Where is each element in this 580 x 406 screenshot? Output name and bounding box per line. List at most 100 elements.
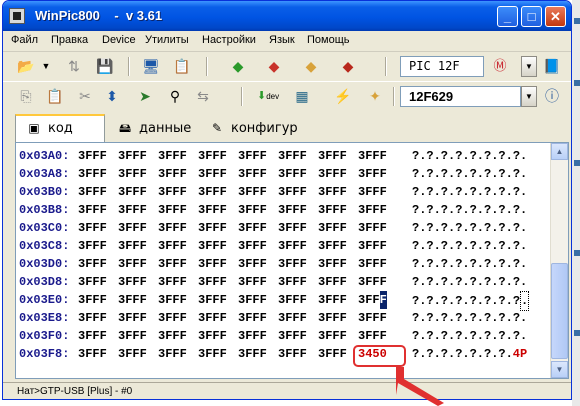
- hex-cell[interactable]: 3FFF: [118, 183, 147, 201]
- tab-code[interactable]: ▣ код: [15, 114, 105, 142]
- hex-cell[interactable]: 3FFF: [118, 201, 147, 219]
- hex-cell[interactable]: 3FFF: [118, 237, 147, 255]
- hex-cell[interactable]: 3FFF: [78, 237, 107, 255]
- menu-file[interactable]: Файл: [11, 34, 38, 46]
- hex-cell[interactable]: 3FFF: [318, 273, 347, 291]
- hex-cell[interactable]: 3FFF: [318, 201, 347, 219]
- hex-cell[interactable]: 3FFF: [238, 165, 267, 183]
- hex-cell[interactable]: 3FFF: [318, 327, 347, 345]
- hex-cell[interactable]: 3FFF: [358, 291, 387, 309]
- hex-cell[interactable]: 3FFF: [318, 183, 347, 201]
- paste-icon[interactable]: 📋: [46, 88, 64, 104]
- hex-cell[interactable]: 3FFF: [118, 345, 147, 363]
- menu-help[interactable]: Помощь: [307, 34, 350, 46]
- hex-cell[interactable]: 3FFF: [358, 273, 387, 291]
- verify-icon[interactable]: ◆: [302, 58, 320, 74]
- hex-cell[interactable]: 3FFF: [358, 219, 387, 237]
- hex-cell[interactable]: 3FFF: [198, 327, 227, 345]
- find-binoculars-icon[interactable]: ⚲: [166, 88, 184, 104]
- hardware-settings-icon[interactable]: 🖥: [142, 58, 160, 74]
- hex-cell[interactable]: 3FFF: [278, 291, 307, 309]
- hex-cell[interactable]: 3FFF: [78, 255, 107, 273]
- hex-cell[interactable]: 3FFF: [358, 201, 387, 219]
- hex-cell[interactable]: 3FFF: [278, 273, 307, 291]
- hex-cell[interactable]: 3FFF: [198, 237, 227, 255]
- goto-cursor-icon[interactable]: ➤: [136, 88, 154, 104]
- scroll-thumb[interactable]: [551, 263, 568, 359]
- hex-cell[interactable]: 3FFF: [198, 309, 227, 327]
- hex-cell[interactable]: 3FFF: [198, 183, 227, 201]
- hex-cell[interactable]: 3FFF: [118, 309, 147, 327]
- app-icon[interactable]: [9, 8, 25, 24]
- read-all-icon[interactable]: ◆: [229, 58, 247, 74]
- menu-device[interactable]: Device: [102, 34, 136, 46]
- scroll-up-button[interactable]: ▲: [551, 143, 568, 160]
- hex-cell[interactable]: 3FFF: [78, 327, 107, 345]
- hex-cell[interactable]: 3FFF: [158, 345, 187, 363]
- help-book-icon[interactable]: 📘: [543, 58, 561, 74]
- hex-cell[interactable]: 3FFF: [158, 147, 187, 165]
- hex-cell[interactable]: 3FFF: [278, 309, 307, 327]
- hex-cell[interactable]: 3FFF: [198, 165, 227, 183]
- hex-cell[interactable]: 3FFF: [318, 291, 347, 309]
- hex-cell[interactable]: 3FFF: [238, 237, 267, 255]
- programmer-chip-icon[interactable]: ▦: [293, 88, 311, 104]
- tab-data[interactable]: 🖴 данные: [113, 117, 205, 139]
- device-select[interactable]: 12F629: [400, 86, 521, 107]
- device-dropdown-button[interactable]: ▼: [521, 86, 537, 107]
- hex-cell[interactable]: 3FFF: [78, 165, 107, 183]
- hex-cell[interactable]: 3FFF: [78, 219, 107, 237]
- hex-cell[interactable]: 3FFF: [238, 345, 267, 363]
- hex-cell[interactable]: 3FFF: [198, 201, 227, 219]
- hex-editor[interactable]: 0x03A0: 3FFF 3FFF 3FFF 3FFF 3FFF 3FFF 3FFF 3FFF?…: [15, 142, 569, 379]
- hex-cell[interactable]: 3FFF: [78, 291, 107, 309]
- fill-icon[interactable]: ⬍: [103, 88, 121, 104]
- hex-cell[interactable]: 3FFF: [318, 165, 347, 183]
- hex-cell[interactable]: 3FFF: [318, 309, 347, 327]
- hex-cell[interactable]: 3FFF: [278, 147, 307, 165]
- hex-cell[interactable]: 3FFF: [198, 219, 227, 237]
- device-info-icon[interactable]: ⓘ: [543, 88, 561, 104]
- hex-cell[interactable]: 3FFF: [238, 147, 267, 165]
- hex-cell[interactable]: 3FFF: [278, 345, 307, 363]
- hex-cell[interactable]: 3FFF: [198, 255, 227, 273]
- hex-cell[interactable]: 3FFF: [118, 327, 147, 345]
- hex-cell[interactable]: 3FFF: [278, 183, 307, 201]
- hex-cell[interactable]: 3FFF: [358, 165, 387, 183]
- menu-utilities[interactable]: Утилиты: [145, 34, 189, 46]
- hex-cell[interactable]: 3FFF: [158, 291, 187, 309]
- hex-cell[interactable]: 3FFF: [78, 183, 107, 201]
- hex-cell[interactable]: 3FFF: [158, 219, 187, 237]
- hex-cell[interactable]: 3FFF: [158, 237, 187, 255]
- scroll-down-button[interactable]: ▼: [551, 361, 568, 378]
- detect-device-icon[interactable]: ⬇dev: [257, 88, 279, 104]
- hex-cell[interactable]: 3FFF: [198, 147, 227, 165]
- family-dropdown-button[interactable]: ▼: [521, 56, 537, 77]
- menu-language[interactable]: Язык: [269, 34, 295, 46]
- hex-cell[interactable]: 3FFF: [118, 147, 147, 165]
- hex-cell[interactable]: 3FFF: [238, 201, 267, 219]
- hex-cell[interactable]: 3FFF: [358, 237, 387, 255]
- hex-cell[interactable]: 3FFF: [358, 309, 387, 327]
- hex-cell[interactable]: 3FFF: [158, 255, 187, 273]
- hex-cell[interactable]: 3FFF: [238, 273, 267, 291]
- hex-cell[interactable]: 3FFF: [158, 273, 187, 291]
- hex-cell[interactable]: 3FFF: [238, 309, 267, 327]
- write-all-icon[interactable]: ◆: [265, 58, 283, 74]
- hex-cell[interactable]: 3FFF: [118, 291, 147, 309]
- tab-config[interactable]: ✎ конфигур: [205, 117, 301, 139]
- hex-cell[interactable]: 3FFF: [78, 309, 107, 327]
- hex-cell[interactable]: 3FFF: [318, 255, 347, 273]
- hex-cell[interactable]: 3FFF: [278, 165, 307, 183]
- hex-cell[interactable]: 3FFF: [278, 327, 307, 345]
- hex-cell[interactable]: 3FFF: [158, 201, 187, 219]
- maximize-button[interactable]: □: [521, 6, 542, 27]
- hex-cell[interactable]: 3FFF: [238, 183, 267, 201]
- hex-cell[interactable]: 3FFF: [318, 345, 347, 363]
- title-bar[interactable]: WinPic800 - v 3.61 _ □ ✕: [3, 1, 571, 31]
- menu-settings[interactable]: Настройки: [202, 34, 256, 46]
- hex-cell[interactable]: 3FFF: [118, 255, 147, 273]
- hex-cell[interactable]: 3FFF: [158, 165, 187, 183]
- hex-cell[interactable]: 3FFF: [238, 219, 267, 237]
- device-family-select[interactable]: PIC 12F: [400, 56, 484, 77]
